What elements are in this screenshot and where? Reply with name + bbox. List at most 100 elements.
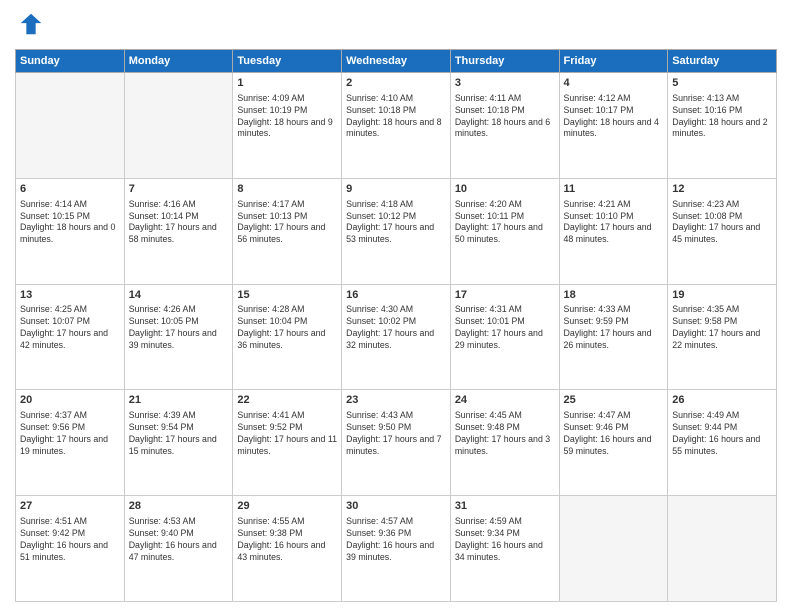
calendar-cell: 30 Sunrise: 4:57 AMSunset: 9:36 PMDayligh… [342,496,451,602]
weekday-header: Wednesday [342,50,451,73]
calendar-cell: 5 Sunrise: 4:13 AMSunset: 10:16 PMDayligh… [668,73,777,179]
weekday-header: Friday [559,50,668,73]
day-detail: Sunrise: 4:53 AMSunset: 9:40 PMDaylight:… [129,516,229,564]
calendar-cell: 18Sunrise: 4:33 AMSunset: 9:59 PMDayligh… [559,284,668,390]
calendar-cell: 20 Sunrise: 4:37 AMSunset: 9:56 PMDayligh… [16,390,125,496]
calendar-cell: 15Sunrise: 4:28 AMSunset: 10:04 PMDaylig… [233,284,342,390]
logo [15,10,45,43]
day-number: 11 [564,182,664,197]
calendar-cell: 21 Sunrise: 4:39 AMSunset: 9:54 PMDayligh… [124,390,233,496]
day-number: 10 [455,182,555,197]
day-detail: Sunrise: 4:41 AMSunset: 9:52 PMDaylight:… [237,410,337,458]
calendar-cell: 29Sunrise: 4:55 AMSunset: 9:38 PMDayligh… [233,496,342,602]
day-number: 7 [129,182,229,197]
day-detail: Sunrise: 4:25 AMSunset: 10:07 PMDaylight… [20,304,120,352]
page: SundayMondayTuesdayWednesdayThursdayFrid… [0,0,792,612]
day-number: 8 [237,182,337,197]
day-number: 28 [129,499,229,514]
day-detail: Sunrise: 4:17 AMSunset: 10:13 PMDaylight… [237,199,337,247]
calendar-cell: 19Sunrise: 4:35 AMSunset: 9:58 PMDayligh… [668,284,777,390]
day-number: 25 [564,393,664,408]
day-number: 21 [129,393,229,408]
day-detail: Sunrise: 4:37 AMSunset: 9:56 PMDaylight:… [20,410,120,458]
day-detail: Sunrise: 4:21 AMSunset: 10:10 PMDaylight… [564,199,664,247]
day-detail: Sunrise: 4:43 AMSunset: 9:50 PMDaylight:… [346,410,446,458]
calendar-cell: 7 Sunrise: 4:16 AMSunset: 10:14 PMDayligh… [124,178,233,284]
calendar-cell: 14Sunrise: 4:26 AMSunset: 10:05 PMDaylig… [124,284,233,390]
day-number: 5 [672,76,772,91]
weekday-header: Monday [124,50,233,73]
day-number: 4 [564,76,664,91]
calendar-cell [559,496,668,602]
calendar-cell: 16Sunrise: 4:30 AMSunset: 10:02 PMDaylig… [342,284,451,390]
day-number: 16 [346,288,446,303]
weekday-header: Saturday [668,50,777,73]
day-number: 31 [455,499,555,514]
calendar-cell [124,73,233,179]
day-detail: Sunrise: 4:30 AMSunset: 10:02 PMDaylight… [346,304,446,352]
calendar-cell: 31 Sunrise: 4:59 AMSunset: 9:34 PMDayligh… [450,496,559,602]
calendar-cell: 26 Sunrise: 4:49 AMSunset: 9:44 PMDayligh… [668,390,777,496]
calendar-cell: 11 Sunrise: 4:21 AMSunset: 10:10 PMDaylig… [559,178,668,284]
day-detail: Sunrise: 4:09 AMSunset: 10:19 PMDaylight… [237,93,337,141]
day-number: 26 [672,393,772,408]
calendar-cell [668,496,777,602]
calendar-header-row: SundayMondayTuesdayWednesdayThursdayFrid… [16,50,777,73]
day-detail: Sunrise: 4:59 AMSunset: 9:34 PMDaylight:… [455,516,555,564]
day-number: 18 [564,288,664,303]
calendar-cell: 28 Sunrise: 4:53 AMSunset: 9:40 PMDayligh… [124,496,233,602]
calendar-table: SundayMondayTuesdayWednesdayThursdayFrid… [15,49,777,602]
day-detail: Sunrise: 4:47 AMSunset: 9:46 PMDaylight:… [564,410,664,458]
day-detail: Sunrise: 4:26 AMSunset: 10:05 PMDaylight… [129,304,229,352]
calendar-cell: 27 Sunrise: 4:51 AMSunset: 9:42 PMDayligh… [16,496,125,602]
day-number: 14 [129,288,229,303]
day-number: 12 [672,182,772,197]
day-number: 23 [346,393,446,408]
day-detail: Sunrise: 4:39 AMSunset: 9:54 PMDaylight:… [129,410,229,458]
calendar-week-row: 13Sunrise: 4:25 AMSunset: 10:07 PMDaylig… [16,284,777,390]
logo-icon [17,10,45,38]
day-number: 1 [237,76,337,91]
day-number: 13 [20,288,120,303]
weekday-header: Tuesday [233,50,342,73]
day-detail: Sunrise: 4:35 AMSunset: 9:58 PMDaylight:… [672,304,772,352]
day-detail: Sunrise: 4:33 AMSunset: 9:59 PMDaylight:… [564,304,664,352]
calendar-cell: 13Sunrise: 4:25 AMSunset: 10:07 PMDaylig… [16,284,125,390]
calendar-cell: 9Sunrise: 4:18 AMSunset: 10:12 PMDayligh… [342,178,451,284]
calendar-cell: 6Sunrise: 4:14 AMSunset: 10:15 PMDayligh… [16,178,125,284]
calendar-cell: 3 Sunrise: 4:11 AMSunset: 10:18 PMDayligh… [450,73,559,179]
day-detail: Sunrise: 4:49 AMSunset: 9:44 PMDaylight:… [672,410,772,458]
weekday-header: Thursday [450,50,559,73]
day-number: 27 [20,499,120,514]
calendar-week-row: 6Sunrise: 4:14 AMSunset: 10:15 PMDayligh… [16,178,777,284]
day-detail: Sunrise: 4:20 AMSunset: 10:11 PMDaylight… [455,199,555,247]
calendar-cell: 24 Sunrise: 4:45 AMSunset: 9:48 PMDayligh… [450,390,559,496]
calendar-cell: 2Sunrise: 4:10 AMSunset: 10:18 PMDayligh… [342,73,451,179]
calendar-cell: 10 Sunrise: 4:20 AMSunset: 10:11 PMDaylig… [450,178,559,284]
day-detail: Sunrise: 4:13 AMSunset: 10:16 PMDaylight… [672,93,772,141]
day-detail: Sunrise: 4:11 AMSunset: 10:18 PMDaylight… [455,93,555,141]
day-number: 15 [237,288,337,303]
day-number: 17 [455,288,555,303]
day-number: 24 [455,393,555,408]
calendar-cell: 25 Sunrise: 4:47 AMSunset: 9:46 PMDayligh… [559,390,668,496]
day-number: 20 [20,393,120,408]
day-detail: Sunrise: 4:31 AMSunset: 10:01 PMDaylight… [455,304,555,352]
day-detail: Sunrise: 4:51 AMSunset: 9:42 PMDaylight:… [20,516,120,564]
calendar-cell: 17Sunrise: 4:31 AMSunset: 10:01 PMDaylig… [450,284,559,390]
day-number: 2 [346,76,446,91]
day-detail: Sunrise: 4:16 AMSunset: 10:14 PMDaylight… [129,199,229,247]
day-number: 3 [455,76,555,91]
day-number: 30 [346,499,446,514]
calendar-cell: 23 Sunrise: 4:43 AMSunset: 9:50 PMDayligh… [342,390,451,496]
day-number: 6 [20,182,120,197]
day-detail: Sunrise: 4:12 AMSunset: 10:17 PMDaylight… [564,93,664,141]
day-number: 29 [237,499,337,514]
calendar-cell: 4 Sunrise: 4:12 AMSunset: 10:17 PMDayligh… [559,73,668,179]
day-number: 19 [672,288,772,303]
day-number: 9 [346,182,446,197]
calendar-cell: 22Sunrise: 4:41 AMSunset: 9:52 PMDayligh… [233,390,342,496]
day-detail: Sunrise: 4:57 AMSunset: 9:36 PMDaylight:… [346,516,446,564]
day-detail: Sunrise: 4:45 AMSunset: 9:48 PMDaylight:… [455,410,555,458]
day-detail: Sunrise: 4:23 AMSunset: 10:08 PMDaylight… [672,199,772,247]
